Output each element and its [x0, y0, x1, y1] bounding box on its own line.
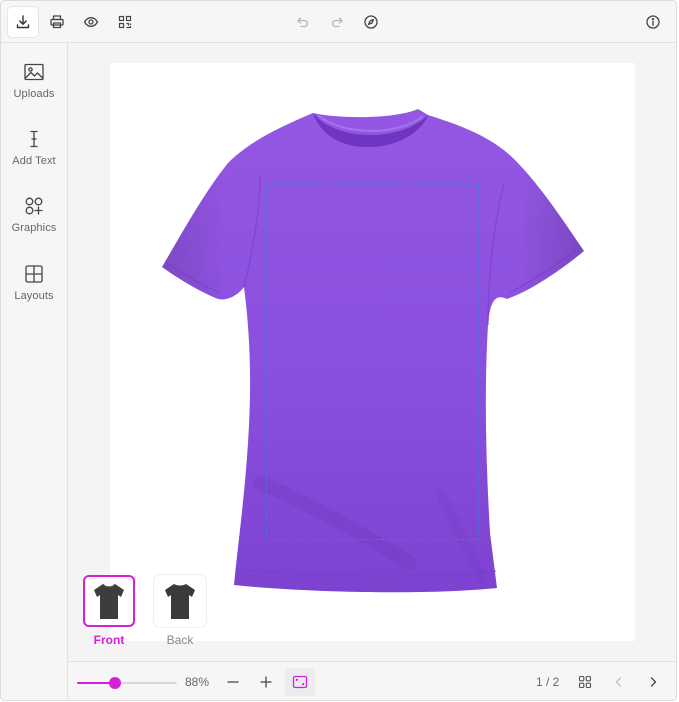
plus-icon — [260, 676, 272, 688]
print-button[interactable] — [42, 7, 72, 37]
top-toolbar — [1, 1, 676, 43]
previous-page-button[interactable] — [607, 670, 631, 694]
qr-code-icon — [118, 15, 132, 29]
text-cursor-icon — [30, 130, 38, 148]
info-icon — [646, 15, 660, 29]
tshirt-thumbnail-icon — [165, 584, 195, 619]
grid-view-button[interactable] — [573, 670, 597, 694]
download-icon — [16, 15, 30, 29]
chevron-right-icon — [650, 677, 657, 687]
design-canvas[interactable] — [110, 63, 635, 641]
zoom-slider-thumb[interactable] — [109, 677, 121, 689]
sidebar-item-label: Add Text — [12, 155, 56, 167]
sidebar-item-label: Graphics — [11, 222, 57, 234]
tshirt-product-image — [162, 109, 584, 593]
zoom-in-button[interactable] — [254, 670, 278, 694]
fit-to-screen-button[interactable] — [285, 668, 315, 696]
tshirt-thumbnail-icon — [94, 583, 124, 619]
view-thumb-back[interactable] — [154, 575, 206, 627]
print-icon — [50, 15, 64, 29]
compass-button[interactable] — [356, 7, 386, 37]
sidebar-item-layouts[interactable]: Layouts — [1, 259, 67, 315]
preview-button[interactable] — [76, 7, 106, 37]
compass-icon — [364, 15, 378, 29]
info-button[interactable] — [638, 7, 668, 37]
grid-icon — [578, 675, 592, 689]
fit-screen-icon — [292, 675, 308, 689]
canvas-area: Front Back — [68, 43, 676, 661]
view-label-back[interactable]: Back — [150, 633, 210, 647]
redo-icon — [331, 17, 343, 28]
undo-icon — [297, 17, 309, 28]
minus-icon — [227, 681, 239, 683]
undo-button[interactable] — [288, 7, 318, 37]
zoom-slider-track[interactable] — [77, 682, 177, 684]
sidebar-item-label: Layouts — [14, 290, 54, 302]
eye-icon — [83, 17, 99, 27]
next-page-button[interactable] — [641, 670, 665, 694]
sidebar-item-graphics[interactable]: Graphics — [1, 191, 67, 247]
view-thumb-front[interactable] — [83, 575, 135, 627]
bottom-bar: 88% 1 / 2 — [68, 661, 676, 700]
redo-button[interactable] — [322, 7, 352, 37]
qr-code-button[interactable] — [110, 7, 140, 37]
layout-grid-icon — [25, 265, 43, 283]
chevron-left-icon — [615, 677, 622, 687]
sidebar-item-uploads[interactable]: Uploads — [1, 57, 67, 113]
zoom-level: 88% — [185, 675, 210, 689]
download-button[interactable] — [8, 7, 38, 37]
designer-window: Uploads Add Text Graphics Layouts Front … — [0, 0, 677, 701]
left-sidebar: Uploads Add Text Graphics Layouts — [1, 43, 68, 700]
sidebar-item-add-text[interactable]: Add Text — [1, 124, 67, 180]
zoom-out-button[interactable] — [221, 670, 245, 694]
shapes-icon — [25, 197, 43, 215]
sidebar-item-label: Uploads — [13, 88, 55, 100]
page-indicator: 1 / 2 — [536, 675, 560, 689]
image-icon — [24, 63, 44, 81]
view-label-front[interactable]: Front — [79, 633, 139, 647]
